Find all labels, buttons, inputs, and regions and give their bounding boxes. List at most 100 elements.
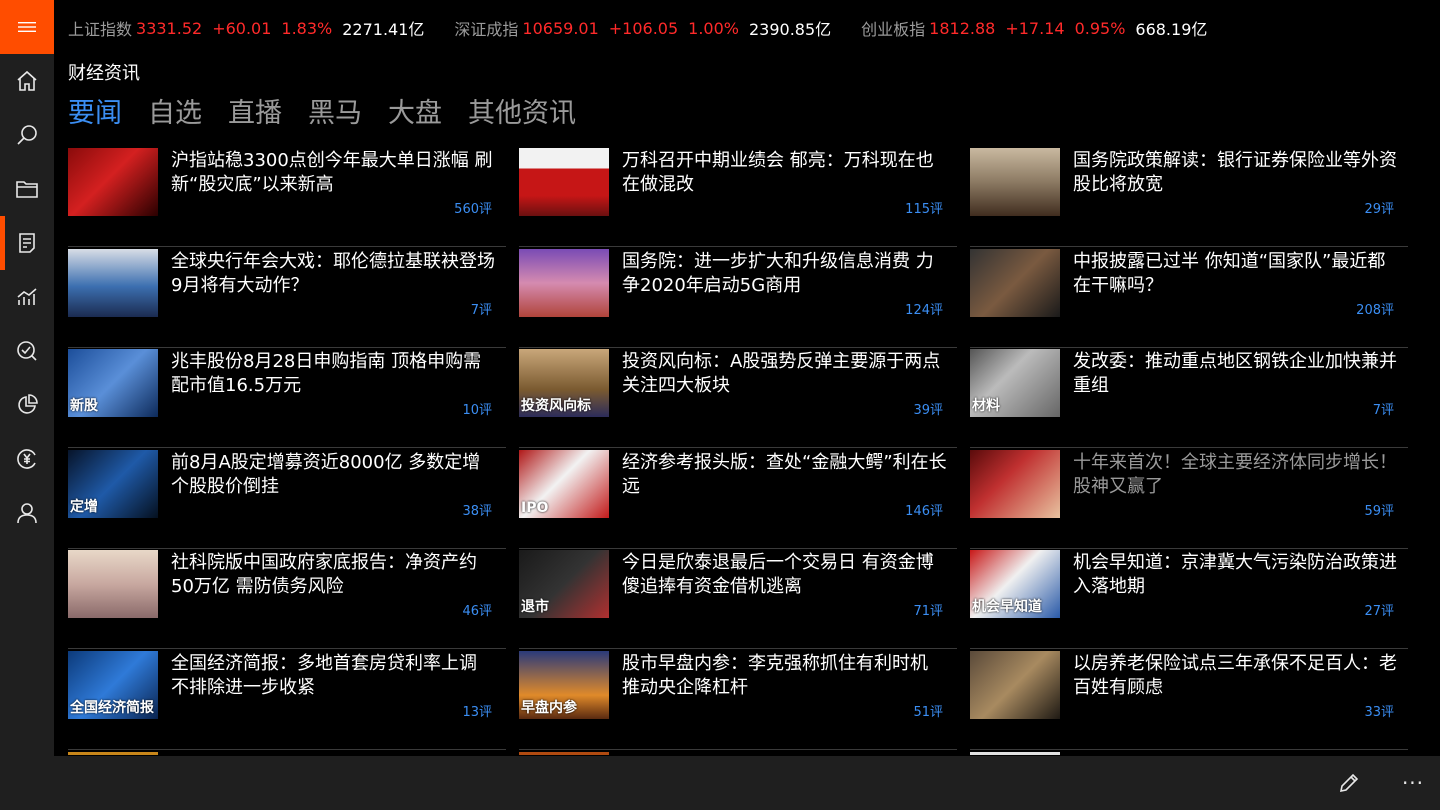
comment-count: 38评 <box>462 503 492 519</box>
news-card[interactable]: 国务院政策解读：银行证券保险业等外资股比将放宽 29评 <box>970 147 1408 247</box>
nav-rail <box>0 0 54 810</box>
news-card[interactable]: 投资风向标 投资风向标：A股强势反弹主要源于两点 关注四大板块 39评 <box>519 348 957 448</box>
news-thumbnail: 定增 <box>68 449 158 518</box>
news-thumbnail <box>970 752 1060 755</box>
comment-count: 46评 <box>462 604 492 619</box>
index-change: +60.01 <box>212 18 272 38</box>
home-icon <box>17 70 37 91</box>
news-thumbnail: 全国经济简报 <box>68 650 158 719</box>
news-thumbnail <box>68 248 158 317</box>
news-headline: 兆丰股份8月28日申购指南 顶格申购需配市值16.5万元 <box>171 351 482 396</box>
news-headline: 经济参考报头版：查处“金融大鳄”利在长远 <box>622 451 947 497</box>
edit-button[interactable] <box>1334 768 1364 798</box>
tab-headlines[interactable]: 要闻 <box>68 94 122 134</box>
ticker-item[interactable]: 创业板指 1812.88 +17.14 0.95% 668.19亿 <box>861 16 1207 40</box>
news-card[interactable]: 沪指站稳3300点创今年最大单日涨幅 刷新“股灾底”以来新高 560评 <box>68 147 506 247</box>
news-card[interactable]: 社科院版中国政府家底报告：净资产约50万亿 需防债务风险 46评 <box>68 549 506 649</box>
news-thumbnail: 退市 <box>519 550 609 618</box>
news-thumbnail: 新股 <box>68 349 158 417</box>
news-headline: 全国经济简报：多地首套房贷利率上调 不排除进一步收紧 <box>171 652 477 698</box>
thumbnail-caption: 新股 <box>70 398 98 414</box>
news-headline: 全球央行年会大戏：耶伦德拉基联袂登场 9月将有大动作？ <box>171 250 495 296</box>
nav-folder[interactable] <box>0 162 54 216</box>
news-thumbnail <box>519 752 609 755</box>
news-thumbnail: 投资风向标 <box>519 349 609 417</box>
ticker-item[interactable]: 上证指数 3331.52 +60.01 1.83% 2271.41亿 <box>68 16 424 40</box>
index-pct: 0.95% <box>1074 18 1126 38</box>
comment-count: 33评 <box>1364 704 1394 720</box>
comment-count: 59评 <box>1364 503 1394 519</box>
news-card[interactable]: 中报披露已过半 你知道“国家队”最近都在干嘛吗？ 208评 <box>970 248 1408 348</box>
thumbnail-caption: 材料 <box>972 398 1000 414</box>
comment-count: 7评 <box>1372 403 1394 418</box>
news-headline: 国务院政策解读：银行证券保险业等外资股比将放宽 <box>1073 150 1397 195</box>
page-title: 财经资讯 <box>68 63 140 84</box>
index-value: 10659.01 <box>522 18 599 38</box>
pie-chart-icon <box>18 394 38 414</box>
news-thumbnail: IPO <box>519 449 609 518</box>
tab-market[interactable]: 大盘 <box>388 94 442 134</box>
news-card[interactable]: 退市 今日是欣泰退最后一个交易日 有资金博傻追捧有资金借机逃离 71评 <box>519 549 957 649</box>
news-card[interactable]: 新股 兆丰股份8月28日申购指南 顶格申购需配市值16.5万元 10评 <box>68 348 506 448</box>
more-icon: ··· <box>1401 771 1425 795</box>
news-headline: 前8月A股定增募资近8000亿 多数定增个股股价倒挂 <box>171 451 481 497</box>
nav-market[interactable] <box>0 270 54 324</box>
nav-home[interactable] <box>0 54 54 108</box>
comment-count: 27评 <box>1364 604 1394 619</box>
news-card[interactable]: 全国经济简报 全国经济简报：多地首套房贷利率上调 不排除进一步收紧 13评 <box>68 650 506 750</box>
index-change: +17.14 <box>1005 18 1065 38</box>
pencil-icon <box>1339 773 1359 793</box>
index-amount: 2271.41亿 <box>342 20 425 39</box>
news-headline: 沪指站稳3300点创今年最大单日涨幅 刷新“股灾底”以来新高 <box>171 150 493 195</box>
news-headline: 股市早盘内参：李克强称抓住有利时机 推动央企降杠杆 <box>622 652 928 698</box>
nav-account[interactable] <box>0 486 54 540</box>
thumbnail-caption: IPO <box>521 499 549 516</box>
news-card[interactable]: 早盘内参 股市早盘内参：李克强称抓住有利时机 推动央企降杠杆 51评 <box>519 650 957 750</box>
nav-news[interactable] <box>0 216 54 270</box>
news-headline: 社科院版中国政府家底报告：净资产约50万亿 需防债务风险 <box>171 552 477 597</box>
news-card[interactable]: 以房养老保险试点三年承保不足百人：老百姓有顾虑 33评 <box>970 650 1408 750</box>
chart-icon <box>17 288 37 305</box>
news-headline: 中报披露已过半 你知道“国家队”最近都在干嘛吗？ <box>1073 250 1386 296</box>
tab-dark-horse[interactable]: 黑马 <box>308 94 362 134</box>
news-card[interactable]: 国务院：进一步扩大和升级信息消费 力争2020年启动5G商用 124评 <box>519 248 957 348</box>
news-card[interactable]: 全球央行年会大戏：耶伦德拉基联袂登场 9月将有大动作？ 7评 <box>68 248 506 348</box>
index-name: 深证成指 <box>454 20 519 39</box>
news-card[interactable]: IPO 经济参考报头版：查处“金融大鳄”利在长远 146评 <box>519 449 957 549</box>
nav-funds[interactable] <box>0 432 54 486</box>
index-value: 1812.88 <box>929 18 996 38</box>
user-icon <box>17 503 37 524</box>
nav-search[interactable] <box>0 108 54 162</box>
yen-coin-icon <box>17 449 36 469</box>
news-thumbnail: 材料 <box>970 349 1060 417</box>
thumbnail-caption: 早盘内参 <box>521 699 577 716</box>
news-card[interactable]: 机会早知道 机会早知道：京津冀大气污染防治政策进入落地期 27评 <box>970 549 1408 649</box>
nav-portfolio[interactable] <box>0 378 54 432</box>
comment-count: 7评 <box>470 302 492 318</box>
news-headline: 投资风向标：A股强势反弹主要源于两点 关注四大板块 <box>622 351 941 396</box>
news-card[interactable]: 万科召开中期业绩会 郁亮：万科现在也在做混改 115评 <box>519 147 957 247</box>
news-card[interactable]: 十年来首次！全球主要经济体同步增长！股神又赢了 59评 <box>970 449 1408 549</box>
tab-other-news[interactable]: 其他资讯 <box>468 94 576 134</box>
thumbnail-caption: 定增 <box>70 498 98 515</box>
tab-live[interactable]: 直播 <box>228 94 282 134</box>
menu-button[interactable] <box>0 0 54 54</box>
tab-watchlist[interactable]: 自选 <box>148 94 202 134</box>
news-thumbnail <box>519 148 609 216</box>
comment-count: 51评 <box>913 704 943 720</box>
index-name: 创业板指 <box>861 20 926 39</box>
news-thumbnail <box>970 449 1060 518</box>
news-thumbnail <box>970 650 1060 719</box>
news-thumbnail <box>519 248 609 317</box>
nav-stock-pick[interactable] <box>0 324 54 378</box>
news-headline: 以房养老保险试点三年承保不足百人：老百姓有顾虑 <box>1073 652 1397 698</box>
thumbnail-caption: 机会早知道 <box>972 599 1042 615</box>
news-card[interactable]: 材料 发改委：推动重点地区钢铁企业加快兼并重组 7评 <box>970 348 1408 448</box>
comment-count: 146评 <box>905 503 943 519</box>
news-card[interactable]: 定增 前8月A股定增募资近8000亿 多数定增个股股价倒挂 38评 <box>68 449 506 549</box>
hamburger-icon <box>18 22 36 32</box>
more-button[interactable]: ··· <box>1398 768 1428 798</box>
thumbnail-caption: 投资风向标 <box>521 398 591 414</box>
index-amount: 668.19亿 <box>1135 20 1208 39</box>
ticker-item[interactable]: 深证成指 10659.01 +106.05 1.00% 2390.85亿 <box>454 16 831 40</box>
